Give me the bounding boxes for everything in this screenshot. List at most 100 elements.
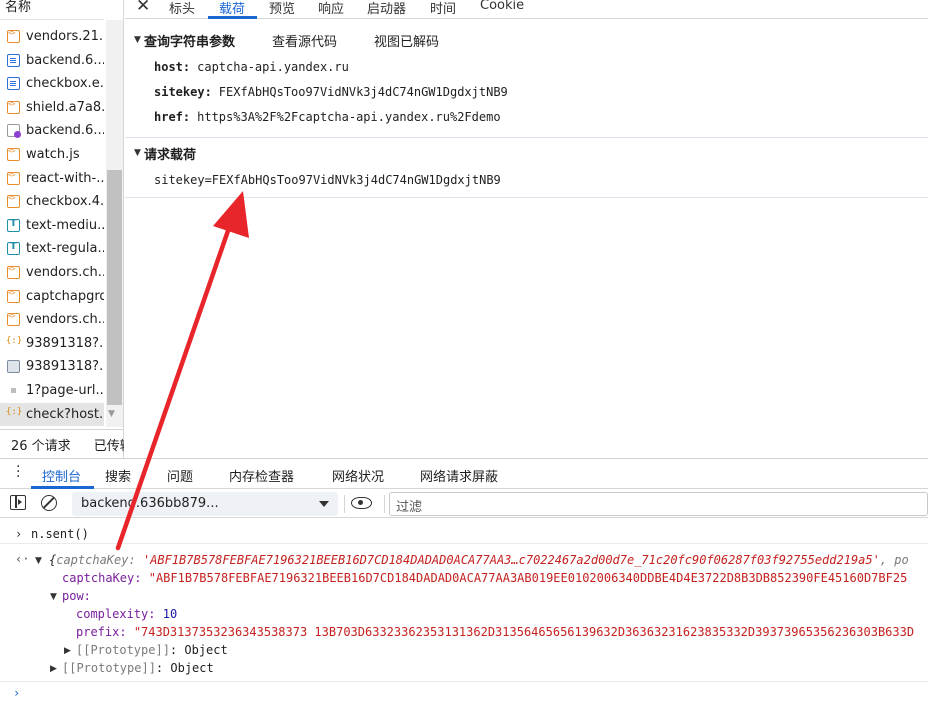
property-key: captchaKey: xyxy=(62,571,142,585)
toolbar-divider xyxy=(384,495,385,513)
expand-triangle-icon[interactable]: ▼ xyxy=(50,592,57,602)
font-file-icon xyxy=(7,218,20,232)
dropdown-caret-icon xyxy=(319,501,329,507)
console-message-divider xyxy=(0,543,928,544)
query-param-sitekey: sitekey: FEXfAbHQsToo97VidNVk3j4dC74nGW1D… xyxy=(154,85,508,99)
tab-network-request-blocking[interactable]: 网络请求屏蔽 xyxy=(420,466,498,485)
collapsed-triangle-icon[interactable]: ▶ xyxy=(50,664,57,674)
request-payload-title[interactable]: 请求载荷 xyxy=(144,144,196,163)
request-row[interactable]: 93891318?... xyxy=(0,332,104,355)
tab-timing[interactable]: 时间 xyxy=(430,0,456,17)
tab-headers[interactable]: 标头 xyxy=(169,0,195,17)
property-key: complexity: xyxy=(76,607,156,621)
query-params-title[interactable]: 查询字符串参数 xyxy=(144,31,235,50)
tab-initiator[interactable]: 启动器 xyxy=(367,0,406,17)
scroll-down-arrow-icon[interactable]: ▼ xyxy=(108,409,115,419)
request-name: 1?page-url... xyxy=(26,383,104,398)
prefix-property: prefix: "743D3137353236343538373 13B703D… xyxy=(76,625,914,639)
name-column-header[interactable]: 名称 xyxy=(0,0,104,20)
request-row[interactable]: shield.a7a8... xyxy=(0,96,104,119)
console-prompt-icon[interactable]: › xyxy=(13,686,20,700)
param-value: https%3A%2F%2Fcaptcha-api.yandex.ru%2Fde… xyxy=(197,110,501,124)
context-selector-value: backend.636bb879... xyxy=(81,496,219,511)
live-expression-eye-icon[interactable] xyxy=(351,497,372,509)
captchakey-property: captchaKey: "ABF1B7B578FEBFAE7196321BEEB… xyxy=(62,571,907,585)
more-options-icon[interactable]: · · · xyxy=(16,460,20,484)
close-icon[interactable]: ✕ xyxy=(136,0,150,16)
tab-cookies[interactable]: Cookie xyxy=(480,0,524,13)
prototype-property[interactable]: [[Prototype]]: Object xyxy=(76,643,228,657)
param-key: host: xyxy=(154,60,191,74)
show-sidebar-icon[interactable] xyxy=(10,495,26,510)
transferred-size: 已传输 xyxy=(93,438,124,454)
tab-memory-inspector[interactable]: 内存检查器 xyxy=(229,466,294,485)
property-value: : Object xyxy=(169,643,228,657)
request-name: backend.6... xyxy=(26,123,104,139)
request-row[interactable]: 93891318?... xyxy=(0,355,104,378)
request-row[interactable]: check?host... xyxy=(0,402,104,426)
tab-console[interactable]: 控制台 xyxy=(42,466,81,485)
request-row[interactable]: checkbox.4... xyxy=(0,190,104,213)
pow-property[interactable]: pow: xyxy=(62,589,91,603)
section-divider xyxy=(125,197,928,198)
collapse-triangle-icon[interactable]: ▼ xyxy=(134,148,141,158)
input-prompt-icon: › xyxy=(15,527,23,541)
request-row[interactable]: 1?page-url... xyxy=(0,379,104,402)
property-key: prefix: xyxy=(76,625,127,639)
property-key: [[Prototype]] xyxy=(76,643,170,657)
view-decoded-button[interactable]: 视图已解码 xyxy=(374,31,439,50)
tab-search[interactable]: 搜索 xyxy=(105,466,131,485)
js-file-icon xyxy=(7,289,20,303)
request-row[interactable]: text-mediu... xyxy=(0,214,104,237)
clear-console-icon[interactable] xyxy=(41,495,57,511)
request-name: check?host... xyxy=(26,406,104,422)
param-key: sitekey: xyxy=(154,85,212,99)
request-row[interactable]: vendors.21... xyxy=(0,25,104,48)
console-input-echo: n.sent() xyxy=(31,527,89,541)
js-file-icon xyxy=(7,100,20,114)
property-value: "743D3137353236343538373 13B703D63323362… xyxy=(133,625,915,639)
request-name: captchapgrd xyxy=(26,288,104,304)
summary-tail: , po xyxy=(879,553,909,567)
request-row[interactable]: backend.6... xyxy=(0,49,104,72)
request-name: text-mediu... xyxy=(26,217,104,233)
summary-value: 'ABF1B7B578FEBFAE7196321BEEB16D7CD184DAD… xyxy=(142,553,880,567)
json-file-icon xyxy=(6,336,22,350)
view-source-button[interactable]: 查看源代码 xyxy=(272,31,337,50)
expand-triangle-icon[interactable]: ▼ xyxy=(35,556,42,566)
tab-network-conditions[interactable]: 网络状况 xyxy=(332,466,384,485)
request-row[interactable]: text-regula... xyxy=(0,237,104,260)
request-row[interactable]: captchapgrd xyxy=(0,285,104,308)
tab-payload[interactable]: 载荷 xyxy=(219,0,245,17)
tab-issues[interactable]: 问题 xyxy=(167,466,193,485)
js-file-icon xyxy=(7,147,20,161)
js-file-icon xyxy=(7,171,20,185)
request-row[interactable]: watch.js xyxy=(0,143,104,166)
request-row[interactable]: react-with-... xyxy=(0,167,104,190)
request-row[interactable]: vendors.ch... xyxy=(0,308,104,331)
property-value: "ABF1B7B578FEBFAE7196321BEEB16D7CD184DAD… xyxy=(148,571,908,585)
collapsed-triangle-icon[interactable]: ▶ xyxy=(64,646,71,656)
request-row[interactable]: backend.6... xyxy=(0,119,104,142)
collapse-triangle-icon[interactable]: ▼ xyxy=(134,35,141,45)
doc-file-icon xyxy=(7,77,20,91)
request-name: vendors.ch... xyxy=(26,312,104,328)
request-name: watch.js xyxy=(26,147,80,162)
result-arrow-icon: ‹· xyxy=(15,552,30,566)
request-row[interactable]: vendors.ch... xyxy=(0,261,104,284)
tab-response[interactable]: 响应 xyxy=(318,0,344,17)
network-status-bar: 26 个请求 已传输 xyxy=(0,429,124,458)
request-list-scrollbar-thumb[interactable] xyxy=(107,170,122,405)
font-file-icon xyxy=(7,241,20,256)
query-param-host: host: captcha-api.yandex.ru xyxy=(154,60,349,74)
param-key: href: xyxy=(154,110,191,124)
request-name: react-with-... xyxy=(26,170,104,186)
prototype-property[interactable]: [[Prototype]]: Object xyxy=(62,661,214,675)
object-summary[interactable]: {captchaKey: 'ABF1B7B578FEBFAE7196321BEE… xyxy=(49,553,909,567)
request-row[interactable]: checkbox.e... xyxy=(0,72,104,95)
tab-preview[interactable]: 预览 xyxy=(269,0,295,17)
request-name: checkbox.4... xyxy=(26,194,104,210)
console-filter-input[interactable] xyxy=(389,492,928,516)
query-param-href: href: https%3A%2F%2Fcaptcha-api.yandex.ru… xyxy=(154,110,501,124)
section-divider xyxy=(125,137,928,138)
